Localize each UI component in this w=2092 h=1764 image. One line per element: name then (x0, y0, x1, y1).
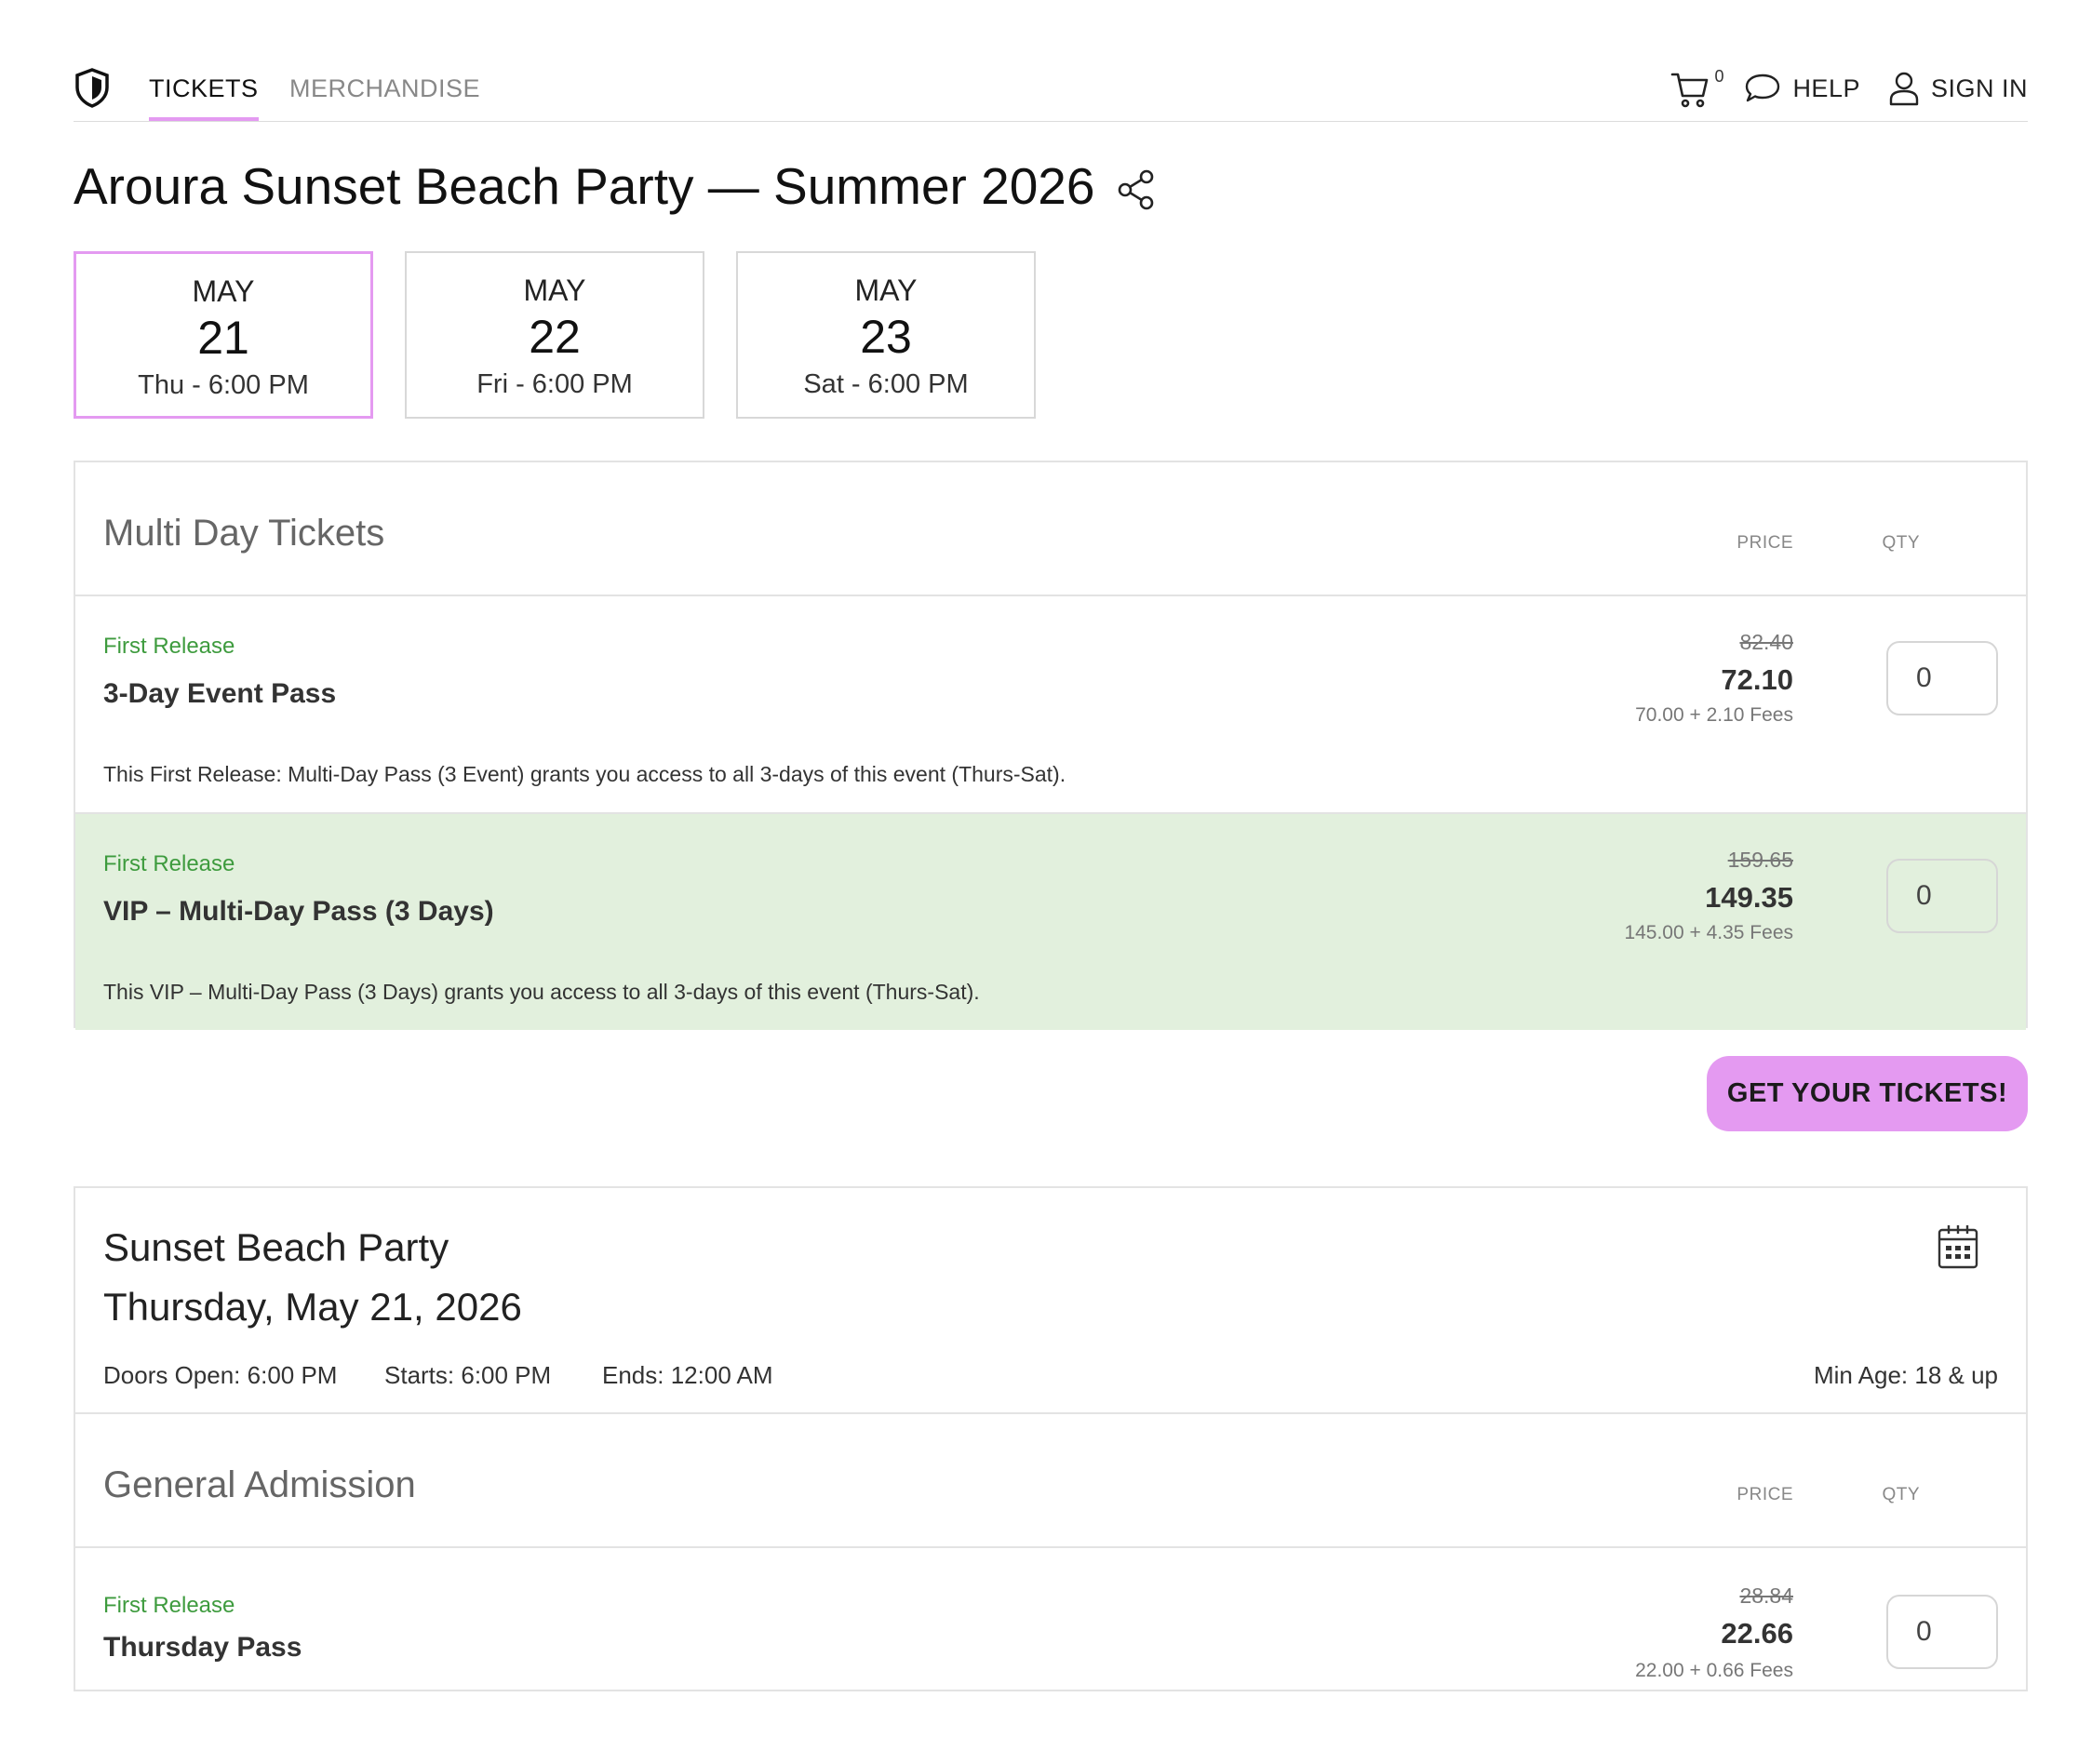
page-title: Aroura Sunset Beach Party — Summer 2026 (74, 157, 1095, 215)
ticket-name: 3-Day Event Pass (103, 678, 337, 709)
doors-open-time: Doors Open: 6:00 PM (103, 1361, 338, 1389)
price-column-header: PRICE (1737, 1485, 1793, 1504)
nav-right-actions: 0 HELP SIGN IN (1670, 65, 2028, 112)
multi-day-tickets-panel: Multi Day Tickets PRICE QTY First Releas… (74, 461, 2028, 1030)
ticket-price: 149.35 (1705, 881, 1793, 914)
cart-button[interactable]: 0 (1670, 67, 1723, 110)
price-column-header: PRICE (1737, 533, 1793, 553)
original-price: 28.84 (1739, 1584, 1793, 1608)
ticket-price: 72.10 (1721, 663, 1793, 696)
ticket-name: Thursday Pass (103, 1632, 302, 1663)
fee-breakdown: 70.00 + 2.10 Fees (1635, 704, 1793, 726)
date-time: Thu - 6:00 PM (138, 370, 309, 400)
section-heading: Multi Day Tickets (103, 513, 385, 554)
end-time: Ends: 12:00 AM (602, 1361, 773, 1389)
original-price: 82.40 (1739, 630, 1793, 654)
sign-in-button[interactable]: SIGN IN (1888, 70, 2028, 107)
help-button[interactable]: HELP (1744, 72, 1860, 105)
tab-merchandise[interactable]: MERCHANDISE (289, 74, 480, 103)
qty-column-header: QTY (1882, 533, 1920, 553)
top-nav: TICKETS MERCHANDISE 0 HELP SIGN IN (74, 60, 2028, 122)
ticket-row: First Release Thursday Pass 28.84 22.66 … (75, 1548, 2026, 1764)
help-label: HELP (1792, 74, 1860, 102)
start-time: Starts: 6:00 PM (384, 1361, 552, 1389)
date-time: Sat - 6:00 PM (803, 369, 969, 399)
calendar-icon[interactable] (1937, 1223, 1979, 1270)
tab-tickets[interactable]: TICKETS (149, 74, 259, 121)
event-day-info-panel: Sunset Beach Party Thursday, May 21, 202… (74, 1186, 2028, 1414)
fee-breakdown: 22.00 + 0.66 Fees (1635, 1660, 1793, 1681)
shield-logo-icon[interactable] (74, 67, 111, 108)
get-tickets-button[interactable]: GET YOUR TICKETS! (1707, 1056, 2028, 1131)
user-icon (1889, 72, 1919, 106)
date-time: Fri - 6:00 PM (476, 369, 633, 399)
fee-breakdown: 145.00 + 4.35 Fees (1624, 922, 1793, 943)
panel-header: Multi Day Tickets PRICE QTY (75, 462, 2026, 596)
date-month: MAY (523, 274, 586, 307)
quantity-input[interactable]: 0 (1886, 641, 1998, 715)
date-card-may-21[interactable]: MAY 21 Thu - 6:00 PM (74, 251, 373, 419)
release-label: First Release (103, 1593, 235, 1618)
ticket-price: 22.66 (1721, 1617, 1793, 1650)
chat-bubble-icon (1746, 74, 1780, 102)
quantity-input[interactable]: 0 (1886, 859, 1998, 933)
general-admission-panel: General Admission PRICE QTY First Releas… (74, 1412, 2028, 1691)
original-price: 159.65 (1727, 848, 1793, 872)
sign-in-label: SIGN IN (1930, 74, 2028, 102)
cart-icon (1671, 73, 1709, 108)
date-card-may-23[interactable]: MAY 23 Sat - 6:00 PM (736, 251, 1036, 419)
ticket-description: This VIP – Multi-Day Pass (3 Days) grant… (103, 980, 980, 1004)
ticket-row: First Release 3-Day Event Pass This Firs… (75, 596, 2026, 814)
release-label: First Release (103, 851, 235, 876)
panel-header: General Admission PRICE QTY (75, 1414, 2026, 1548)
event-day-name: Sunset Beach Party (103, 1225, 449, 1269)
date-day: 22 (529, 311, 581, 363)
cart-count: 0 (1714, 67, 1724, 86)
active-tab-underline (149, 117, 259, 121)
date-month: MAY (854, 274, 918, 307)
date-card-may-22[interactable]: MAY 22 Fri - 6:00 PM (405, 251, 704, 419)
quantity-input[interactable]: 0 (1886, 1595, 1998, 1669)
release-label: First Release (103, 634, 235, 659)
share-icon[interactable] (1116, 167, 1159, 212)
qty-column-header: QTY (1882, 1485, 1920, 1504)
min-age: Min Age: 18 & up (1813, 1361, 1998, 1389)
ticket-name: VIP – Multi-Day Pass (3 Days) (103, 896, 494, 927)
date-day: 21 (197, 312, 249, 364)
date-day: 23 (860, 311, 912, 363)
ticket-description: This First Release: Multi-Day Pass (3 Ev… (103, 762, 1066, 786)
tab-tickets-label: TICKETS (149, 74, 259, 102)
event-day-date: Thursday, May 21, 2026 (103, 1285, 522, 1329)
tab-merchandise-label: MERCHANDISE (289, 74, 481, 102)
section-heading: General Admission (103, 1464, 416, 1505)
date-month: MAY (192, 274, 255, 308)
ticket-row-highlighted: First Release VIP – Multi-Day Pass (3 Da… (75, 814, 2026, 1030)
